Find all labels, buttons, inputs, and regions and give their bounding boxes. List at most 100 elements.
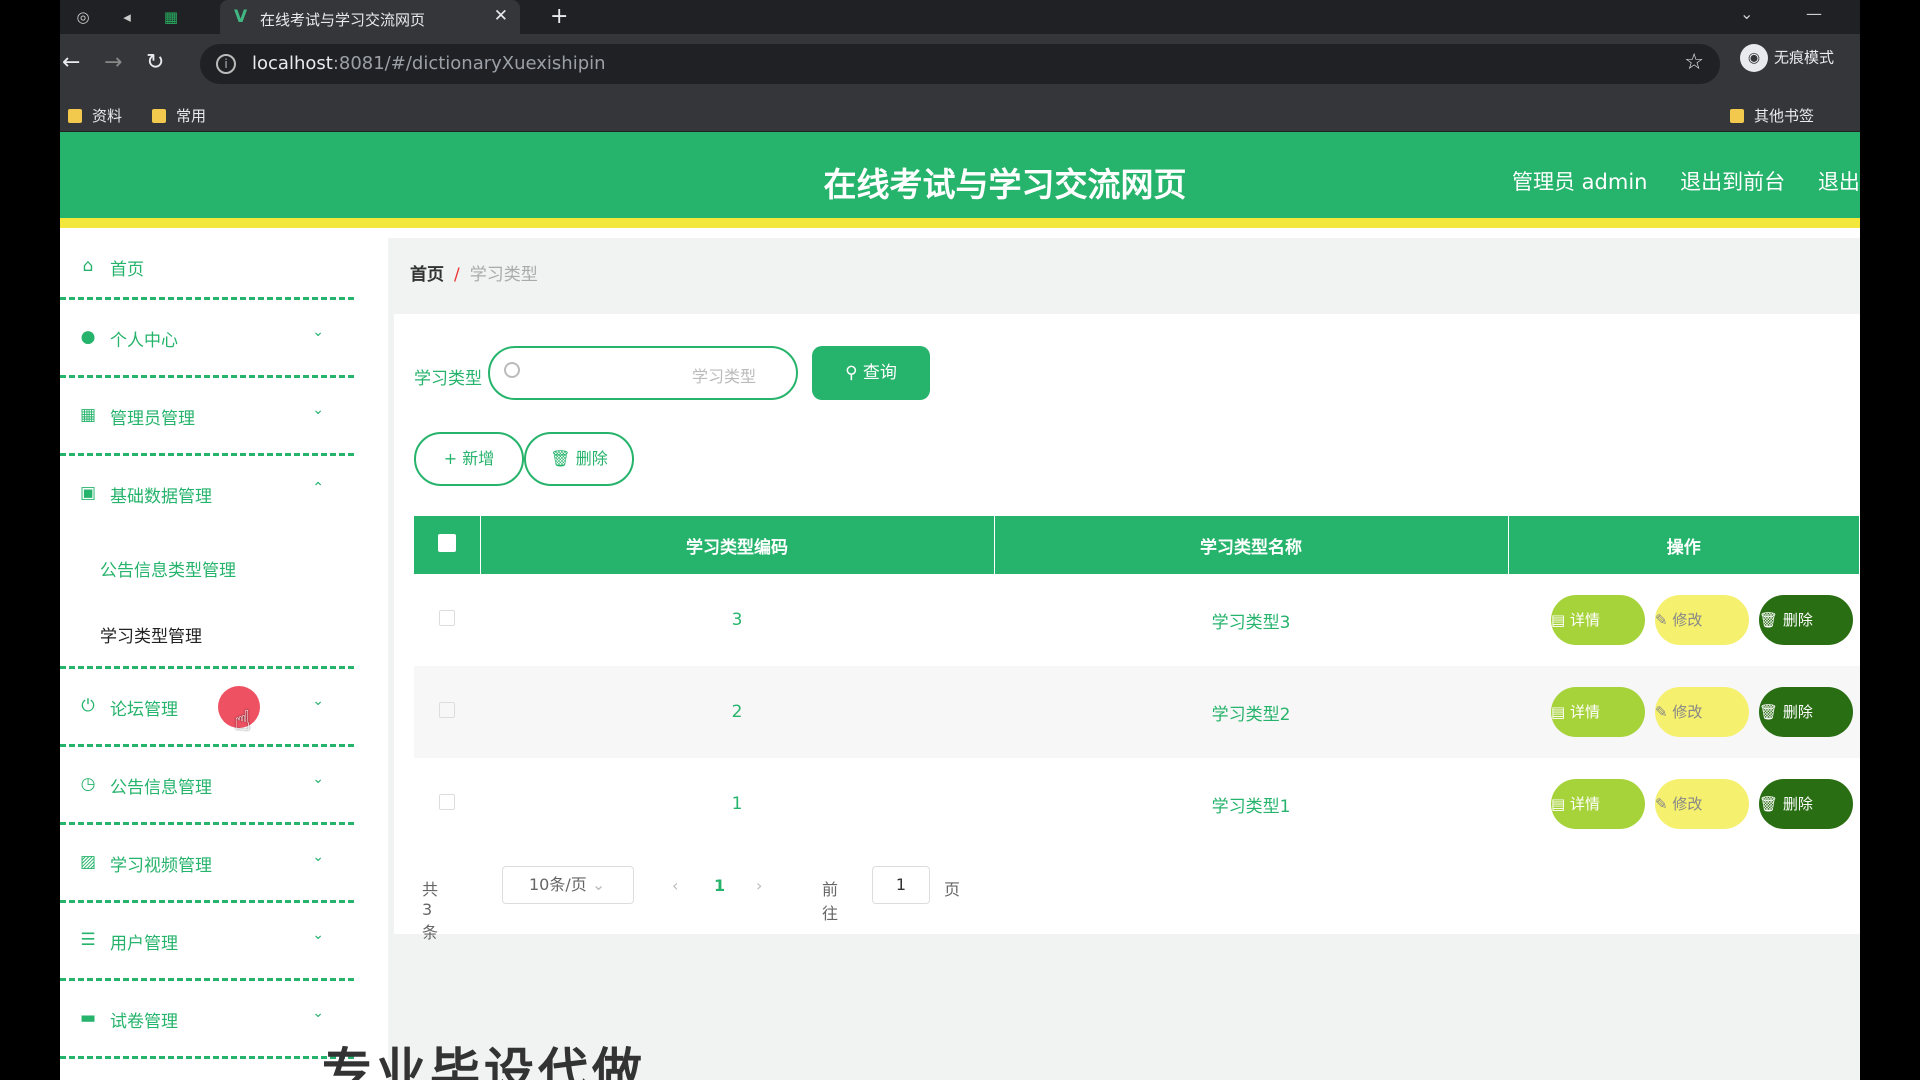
user-icon: ●	[80, 327, 96, 347]
delete-button[interactable]: 🗑 删除	[1759, 687, 1853, 737]
cell-name: 学习类型1	[1211, 796, 1291, 817]
plus-icon: +	[443, 449, 463, 468]
bookmark-folder[interactable]: 资料	[68, 105, 122, 126]
select-all-header[interactable]	[414, 516, 481, 574]
edit-button[interactable]: ✎ 修改	[1655, 595, 1749, 645]
chart-icon: ▨	[79, 852, 97, 872]
sidebar-item-basic-data[interactable]: ▣ 基础数据管理 ⌃	[60, 456, 354, 534]
back-icon[interactable]: ←	[62, 50, 80, 75]
minimize-icon[interactable]: —	[1806, 4, 1822, 23]
search-icon: ⚲	[845, 363, 863, 383]
logout-link[interactable]: 退出	[1818, 170, 1860, 194]
page-size-select[interactable]: 10条/页 ⌄	[502, 866, 634, 904]
address-bar-row: ← → ↻ i localhost:8081/#/dictionaryXuexi…	[60, 34, 1860, 96]
breadcrumb-current: 学习类型	[469, 265, 538, 285]
bookmark-star-icon[interactable]: ☆	[1684, 50, 1704, 75]
folder-icon	[152, 109, 166, 123]
edit-button[interactable]: ✎ 修改	[1655, 687, 1749, 737]
chevron-down-icon: ⌄	[312, 1005, 324, 1021]
sidebar-item-forum[interactable]: ⏻ 论坛管理 ⌄	[60, 669, 354, 747]
current-page[interactable]: 1	[714, 876, 725, 895]
batch-delete-button[interactable]: 🗑 删除	[524, 432, 634, 486]
sidebar-subitem-notice-type[interactable]: 公告信息类型管理	[60, 534, 354, 600]
document-icon: ▤	[1551, 795, 1570, 813]
sidebar-item-user[interactable]: ☰ 用户管理 ⌄	[60, 903, 354, 981]
chevron-down-icon: ⌄	[312, 771, 324, 787]
bookmark-folder[interactable]: 常用	[152, 105, 206, 126]
hand-cursor-icon: ☝	[234, 704, 252, 737]
cell-code: 1	[731, 794, 743, 814]
pinned-tab-icon[interactable]: ◂	[116, 6, 138, 28]
front-link[interactable]: 退出到前台	[1680, 170, 1785, 194]
breadcrumb: 首页 / 学习类型	[410, 260, 538, 285]
edit-button[interactable]: ✎ 修改	[1655, 779, 1749, 829]
incognito-indicator[interactable]: ◉ 无痕模式	[1740, 44, 1834, 72]
pinned-tab-icon[interactable]: ◎	[72, 6, 94, 28]
sidebar-item-video[interactable]: ▨ 学习视频管理 ⌄	[60, 825, 354, 903]
goto-label: 前往	[822, 880, 839, 923]
next-page-icon[interactable]: ›	[756, 876, 762, 895]
other-bookmarks[interactable]: 其他书签	[1730, 105, 1814, 126]
sidebar-item-admin[interactable]: ▦ 管理员管理 ⌄	[60, 378, 354, 456]
column-header: 操作	[1508, 516, 1860, 574]
folder-icon	[68, 109, 82, 123]
clock-icon: ◷	[80, 774, 96, 794]
prev-page-icon[interactable]: ‹	[672, 876, 678, 895]
row-checkbox[interactable]	[439, 701, 455, 718]
url-field[interactable]: i localhost:8081/#/dictionaryXuexishipin…	[200, 44, 1720, 84]
vue-favicon-icon: V	[234, 7, 248, 27]
add-button[interactable]: + 新增	[414, 432, 524, 486]
pencil-icon: ✎	[1655, 611, 1673, 629]
page-suffix: 页	[944, 880, 961, 899]
folder-icon	[1730, 109, 1744, 123]
select-all-checkbox[interactable]	[437, 533, 456, 552]
table-row: 3 学习类型3 ▤ 详情 ✎ 修改 🗑 删除	[414, 574, 1860, 666]
sidebar-item-home[interactable]: ⌂ 首页	[60, 238, 354, 300]
chevron-down-icon: ⌄	[312, 927, 324, 943]
detail-button[interactable]: ▤ 详情	[1551, 595, 1645, 645]
sidebar-subitem-study-type[interactable]: 学习类型管理	[60, 600, 354, 666]
sheets-tab-icon[interactable]: ▦	[160, 6, 182, 28]
sidebar-item-personal[interactable]: ● 个人中心 ⌄	[60, 300, 354, 378]
delete-button[interactable]: 🗑 删除	[1759, 779, 1853, 829]
power-icon: ⏻	[81, 696, 95, 716]
trash-icon: 🗑	[1759, 611, 1783, 629]
tab-active[interactable]: V 在线考试与学习交流网页 ✕	[220, 0, 520, 34]
table-row: 2 学习类型2 ▤ 详情 ✎ 修改 🗑 删除	[414, 666, 1860, 758]
search-button[interactable]: ⚲ 查询	[812, 346, 930, 400]
delete-button[interactable]: 🗑 删除	[1759, 595, 1853, 645]
close-icon[interactable]: ✕	[494, 6, 508, 26]
chevron-down-icon: ⌄	[312, 324, 324, 340]
row-checkbox[interactable]	[439, 793, 455, 810]
sidebar-item-paper[interactable]: ▬ 试卷管理 ⌄	[60, 981, 354, 1059]
new-tab-icon[interactable]: +	[550, 4, 568, 29]
pagination-total: 共 3 条	[422, 880, 439, 942]
chevron-down-icon[interactable]: ⌄	[1740, 4, 1753, 23]
trash-icon: 🗑	[550, 449, 576, 468]
search-placeholder: 学习类型	[691, 367, 756, 386]
detail-button[interactable]: ▤ 详情	[1551, 779, 1645, 829]
info-icon[interactable]: i	[216, 54, 236, 74]
cell-name: 学习类型2	[994, 666, 1508, 758]
document-icon: ▤	[1551, 703, 1570, 721]
browser-window: ◎ ◂ ▦ V 在线考试与学习交流网页 ✕ + ⌄ — ← → ↻ i loca…	[60, 0, 1860, 1080]
goto-page-input[interactable]: 1	[872, 866, 930, 904]
tab-strip: ◎ ◂ ▦ V 在线考试与学习交流网页 ✕ + ⌄ —	[60, 0, 1860, 34]
reload-icon[interactable]: ↻	[146, 50, 164, 75]
cell-code: 2	[480, 666, 994, 758]
breadcrumb-home[interactable]: 首页	[410, 265, 444, 285]
trash-icon: 🗑	[1759, 795, 1783, 813]
trash-icon: 🗑	[1759, 703, 1783, 721]
sidebar-item-notice[interactable]: ◷ 公告信息管理 ⌄	[60, 747, 354, 825]
main-content: 首页 / 学习类型 学习类型 学习类型 ⚲ 查询 + 新增 🗑 删除 学习类型编码 …	[388, 238, 1860, 1080]
search-input[interactable]: 学习类型	[488, 346, 798, 400]
forward-icon[interactable]: →	[104, 50, 122, 75]
cell-name: 学习类型3	[1211, 612, 1291, 633]
detail-button[interactable]: ▤ 详情	[1551, 687, 1645, 737]
incognito-icon: ◉	[1740, 44, 1768, 72]
tab-title: 在线考试与学习交流网页	[260, 11, 426, 29]
pencil-icon: ✎	[1655, 795, 1673, 813]
row-checkbox[interactable]	[439, 609, 455, 626]
watermark-text: 专业毕设代做	[322, 1043, 646, 1080]
pencil-icon: ✎	[1655, 703, 1673, 721]
